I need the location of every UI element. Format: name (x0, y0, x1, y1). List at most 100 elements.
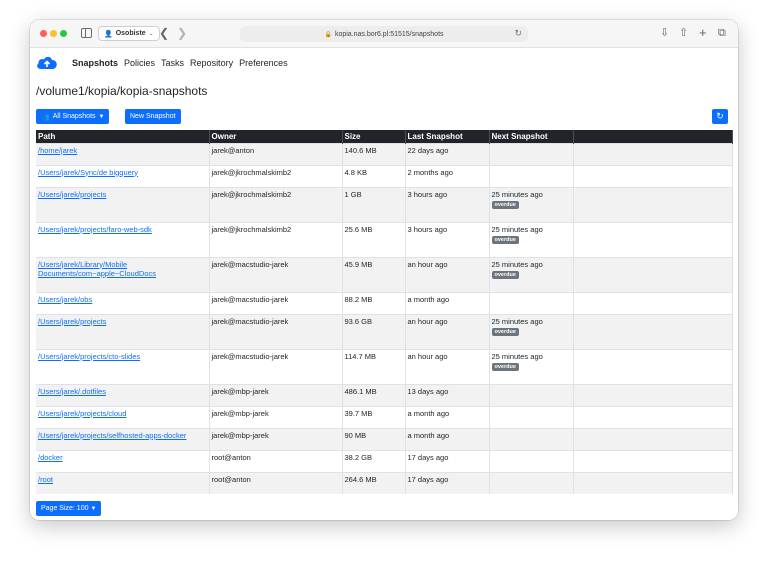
last-snapshot-cell: an hour ago (405, 313, 490, 349)
all-snapshots-label: All Snapshots (52, 113, 96, 120)
column-path[interactable]: Path (36, 130, 210, 143)
page-size-label: Page Size: 100 (41, 505, 89, 512)
size-cell: 39.7 MB (342, 405, 406, 428)
owner-cell: root@anton (209, 471, 343, 494)
snapshot-path-link[interactable]: /Users/jarek/projects (38, 317, 106, 326)
refresh-button[interactable]: ↻ (712, 109, 728, 124)
overdue-badge: overdue (491, 362, 519, 371)
minimize-window-button[interactable] (50, 30, 57, 37)
share-icon[interactable]: ⇧ (679, 26, 688, 40)
snapshots-table: Path Owner Size Last Snapshot Next Snaps… (36, 130, 733, 494)
snapshot-path-link[interactable]: /Users/jarek/obs (38, 295, 92, 304)
nav-repository[interactable]: Repository (190, 58, 233, 68)
column-owner[interactable]: Owner (209, 130, 343, 143)
close-window-button[interactable] (40, 30, 47, 37)
path-cell: /Users/jarek/projects/cto-slides (36, 348, 210, 384)
owner-cell: jarek@mbp-jarek (209, 427, 343, 450)
zoom-window-button[interactable] (60, 30, 67, 37)
path-cell: /Users/jarek/projects (36, 186, 210, 222)
all-snapshots-button[interactable]: 👥 All Snapshots ▼ (36, 109, 110, 124)
column-next-snapshot[interactable]: Next Snapshot (489, 130, 574, 143)
overdue-badge: overdue (491, 270, 519, 279)
title-bar: 👤 Osobiste ⌄ ❮ ❯ 🔒 kopia.nas.bor6.pl:515… (30, 20, 738, 48)
size-cell: 90 MB (342, 427, 406, 450)
profile-name: Osobiste (115, 30, 146, 37)
next-snapshot-cell: 25 minutes ago overdue (489, 348, 574, 384)
owner-cell: jarek@macstudio-jarek (209, 348, 343, 384)
owner-cell: jarek@macstudio-jarek (209, 291, 343, 314)
snapshot-path-link[interactable]: /Users/jarek/.dotfiles (38, 387, 106, 396)
snapshot-path-link[interactable]: /root (38, 475, 53, 484)
owner-cell: jarek@anton (209, 142, 343, 165)
forward-button[interactable]: ❯ (177, 26, 187, 40)
actions-cell (573, 471, 733, 494)
next-snapshot-text: 25 minutes ago (491, 259, 543, 269)
owner-cell: jarek@macstudio-jarek (209, 313, 343, 349)
size-cell: 140.6 MB (342, 142, 406, 165)
snapshot-path-link[interactable]: /Users/jarek/projects/selfhosted-apps-do… (38, 431, 186, 440)
new-tab-icon[interactable]: + (699, 26, 707, 40)
path-cell: /Users/jarek/projects/selfhosted-apps-do… (36, 427, 210, 450)
table-row: /Users/jarek/projects/cloud jarek@mbp-jar… (36, 405, 733, 428)
last-snapshot-cell: 3 hours ago (405, 221, 490, 257)
person-icon: 👤 (104, 30, 113, 38)
actions-cell (573, 221, 733, 257)
size-cell: 93.6 GB (342, 313, 406, 349)
profile-selector[interactable]: 👤 Osobiste ⌄ (98, 26, 160, 41)
snapshot-path-link[interactable]: /docker (38, 453, 63, 462)
path-cell: /Users/jarek/Sync/de bigquery (36, 164, 210, 187)
size-cell: 45.9 MB (342, 256, 406, 292)
snapshot-path-link[interactable]: /Users/jarek/Sync/de bigquery (38, 168, 138, 177)
snapshot-path-link[interactable]: /Users/jarek/projects/cloud (38, 409, 126, 418)
nav-snapshots[interactable]: Snapshots (72, 58, 118, 68)
download-icon[interactable]: ⇩ (660, 26, 669, 40)
page-size-button[interactable]: Page Size: 100 ▼ (36, 501, 102, 516)
new-snapshot-button[interactable]: New Snapshot (125, 109, 181, 124)
snapshot-path-link[interactable]: /home/jarek (38, 146, 77, 155)
sidebar-toggle-icon[interactable] (81, 28, 92, 38)
path-cell: /Users/jarek/obs (36, 291, 210, 314)
browser-window: 👤 Osobiste ⌄ ❮ ❯ 🔒 kopia.nas.bor6.pl:515… (30, 20, 738, 520)
next-snapshot-cell (489, 142, 574, 165)
actions-cell (573, 256, 733, 292)
snapshot-path-link[interactable]: /Users/jarek/projects/cto-slides (38, 352, 140, 361)
snapshot-path-link[interactable]: /Users/jarek/projects (38, 190, 106, 199)
tab-overview-icon[interactable]: ⧉ (718, 26, 726, 40)
size-cell: 4.8 KB (342, 164, 406, 187)
app-navbar: Snapshots Policies Tasks Repository Pref… (36, 55, 294, 71)
next-snapshot-text: 25 minutes ago (491, 189, 543, 199)
next-snapshot-text: 25 minutes ago (491, 351, 543, 361)
next-snapshot-cell: 25 minutes ago overdue (489, 221, 574, 257)
column-last-snapshot[interactable]: Last Snapshot (405, 130, 490, 143)
next-snapshot-cell: 25 minutes ago overdue (489, 256, 574, 292)
table-row: /home/jarek jarek@anton 140.6 MB 22 days ag… (36, 142, 733, 165)
reload-icon[interactable]: ↻ (514, 28, 522, 39)
refresh-icon: ↻ (716, 111, 724, 121)
path-cell: /Users/jarek/Library/Mobile Documents/co… (36, 256, 210, 292)
nav-preferences[interactable]: Preferences (239, 58, 288, 68)
snapshot-path-link[interactable]: /Users/jarek/Library/Mobile Documents/co… (38, 260, 156, 278)
next-snapshot-cell (489, 383, 574, 406)
last-snapshot-cell: a month ago (405, 405, 490, 428)
path-cell: /Users/jarek/projects/faro-web-sdk (36, 221, 210, 257)
next-snapshot-text: 25 minutes ago (491, 316, 543, 326)
table-row: /docker root@anton 38.2 GB 17 days ago (36, 449, 733, 472)
column-size[interactable]: Size (342, 130, 406, 143)
snapshot-path-link[interactable]: /Users/jarek/projects/faro-web-sdk (38, 225, 152, 234)
next-snapshot-cell (489, 427, 574, 450)
address-bar[interactable]: 🔒 kopia.nas.bor6.pl:51515/snapshots ↻ (240, 26, 528, 42)
owner-cell: root@anton (209, 449, 343, 472)
lock-icon: 🔒 (324, 31, 332, 38)
next-snapshot-cell (489, 291, 574, 314)
path-cell: /root (36, 471, 210, 494)
last-snapshot-cell: a month ago (405, 427, 490, 450)
nav-policies[interactable]: Policies (124, 58, 155, 68)
table-row: /Users/jarek/Library/Mobile Documents/co… (36, 256, 733, 292)
nav-tasks[interactable]: Tasks (161, 58, 184, 68)
back-button[interactable]: ❮ (159, 26, 169, 40)
actions-cell (573, 164, 733, 187)
actions-cell (573, 291, 733, 314)
last-snapshot-cell: 2 months ago (405, 164, 490, 187)
table-row: /Users/jarek/projects/selfhosted-apps-do… (36, 427, 733, 450)
kopia-logo-icon[interactable] (36, 55, 58, 71)
